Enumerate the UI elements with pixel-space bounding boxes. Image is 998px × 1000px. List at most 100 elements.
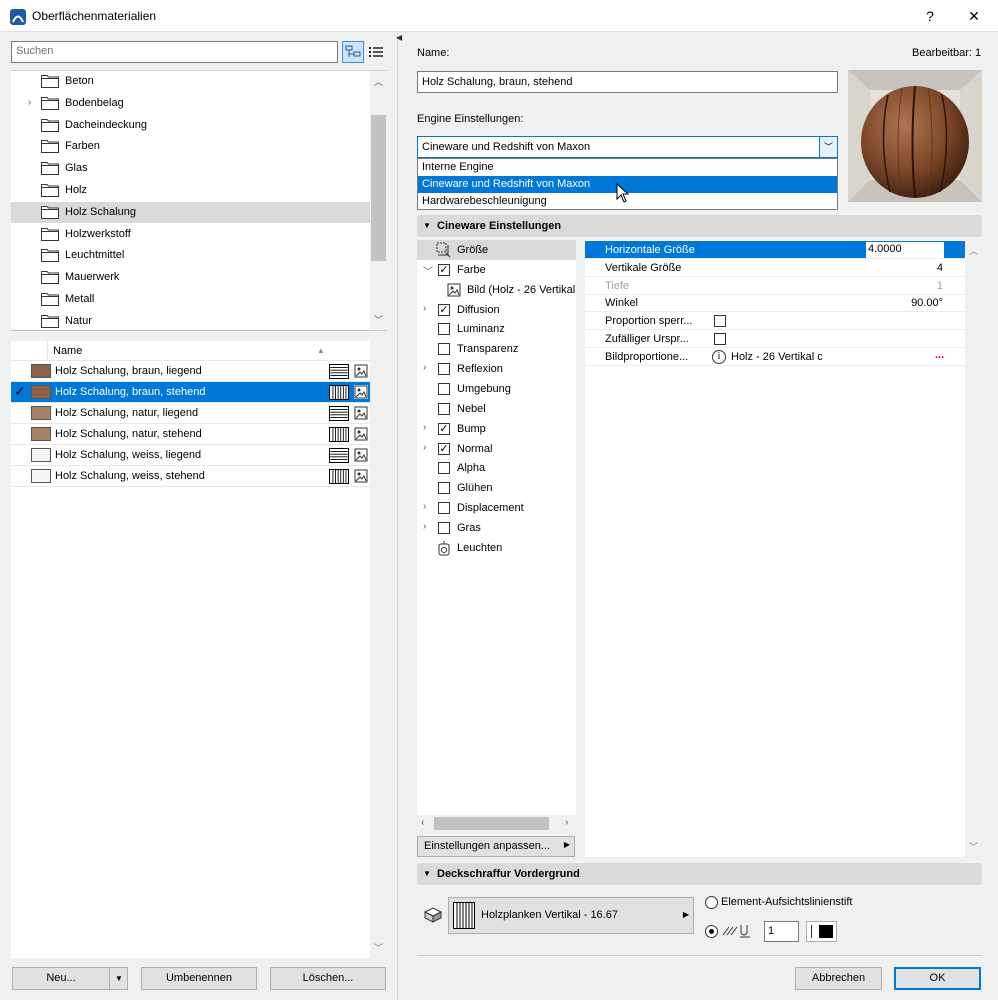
material-row[interactable]: ✓ Holz Schalung, braun, stehend	[11, 382, 370, 403]
property-row[interactable]: Horizontale Größe 4.0000	[585, 241, 965, 259]
channel-checkbox[interactable]	[438, 482, 450, 495]
property-row[interactable]: Bildproportione... i Holz - 26 Vertikal c.…	[585, 348, 965, 366]
splitter[interactable]	[11, 330, 387, 331]
property-value[interactable]: Holz - 26 Vertikal c	[731, 351, 823, 363]
scroll-up-icon[interactable]: ︿	[374, 75, 383, 88]
engine-dropdown-list[interactable]: Interne Engine Cineware und Redshift von …	[417, 158, 838, 210]
folder-item[interactable]: Beton	[11, 71, 370, 92]
material-row[interactable]: Holz Schalung, natur, liegend	[11, 403, 370, 424]
channel-item[interactable]: Leuchten	[417, 538, 576, 558]
folder-item[interactable]: › Bodenbelag	[11, 93, 370, 114]
channel-item[interactable]: Glühen	[417, 478, 576, 498]
chevron-right-icon[interactable]: ›	[423, 442, 426, 453]
ok-button[interactable]: OK	[894, 967, 981, 990]
tree-view-button[interactable]	[342, 41, 364, 63]
new-button[interactable]: Neu... ▼	[12, 967, 128, 990]
chevron-right-icon[interactable]: ›	[423, 303, 426, 314]
material-scrollbar[interactable]: ﹀	[370, 341, 387, 958]
scroll-down-icon[interactable]: ﹀	[374, 313, 383, 326]
channel-item[interactable]: › ✓ Bump	[417, 419, 576, 439]
folder-item[interactable]: Glas	[11, 158, 370, 179]
folder-item[interactable]: Leuchtmittel	[11, 245, 370, 266]
folder-item[interactable]: Natur	[11, 311, 370, 329]
help-button[interactable]: ?	[908, 0, 952, 32]
channel-checkbox[interactable]: ✓	[438, 422, 450, 435]
channel-checkbox[interactable]: ✓	[438, 442, 450, 455]
cancel-button[interactable]: Abbrechen	[795, 967, 882, 990]
channel-item[interactable]: Größe	[417, 240, 576, 260]
property-value[interactable]: 1	[937, 280, 943, 292]
close-button[interactable]: ✕	[952, 0, 996, 32]
folder-item[interactable]: Dacheindeckung	[11, 115, 370, 136]
name-column-header[interactable]: Name	[53, 345, 82, 357]
channel-checkbox[interactable]: ✓	[438, 303, 450, 316]
chevron-down-icon[interactable]: ﹀	[423, 263, 433, 278]
property-checkbox[interactable]	[714, 333, 726, 345]
custom-pen-radio[interactable]	[705, 925, 718, 938]
channel-checkbox[interactable]	[438, 382, 450, 395]
channel-checkbox[interactable]	[438, 462, 450, 475]
channel-item[interactable]: Nebel	[417, 399, 576, 419]
delete-button[interactable]: Löschen...	[270, 967, 386, 990]
list-view-button[interactable]	[365, 41, 387, 63]
cineware-section-header[interactable]: ▼ Cineware Einstellungen	[417, 215, 982, 237]
channel-checkbox[interactable]	[438, 363, 450, 376]
engine-select[interactable]: Cineware und Redshift von Maxon ﹀	[417, 136, 838, 158]
property-checkbox[interactable]	[714, 315, 726, 328]
chevron-right-icon[interactable]: ›	[423, 501, 426, 512]
property-value-input[interactable]: 4.0000	[866, 242, 944, 258]
channel-checkbox[interactable]	[438, 402, 450, 415]
scroll-up-icon[interactable]: ︿	[969, 244, 978, 257]
folder-item[interactable]: Farben	[11, 136, 370, 157]
property-row[interactable]: Winkel 90.00°	[585, 294, 965, 313]
channel-item[interactable]: › ✓ Diffusion	[417, 300, 576, 320]
channel-item[interactable]: ﹀ ✓ Farbe	[417, 260, 576, 280]
pen-color-button[interactable]	[806, 921, 837, 942]
property-value[interactable]: 4	[937, 262, 943, 274]
material-list[interactable]: Name ▲ Holz Schalung, braun, liegend ✓ Hol…	[11, 341, 387, 958]
folder-item[interactable]: Holz Schalung	[11, 201, 370, 223]
channel-checkbox[interactable]	[438, 343, 450, 356]
channel-item[interactable]: Umgebung	[417, 379, 576, 399]
pen-number-input[interactable]: 1	[764, 921, 799, 942]
scroll-right-icon[interactable]: ›	[565, 817, 568, 828]
hatch-select-button[interactable]: Holzplanken Vertikal - 16.67 ▶	[448, 897, 694, 934]
search-input[interactable]: Suchen	[11, 41, 338, 63]
folder-scrollbar[interactable]: ︿ ﹀	[370, 71, 387, 329]
engine-option[interactable]: Interne Engine	[418, 159, 837, 176]
scroll-down-icon[interactable]: ﹀	[374, 941, 383, 954]
property-row[interactable]: Tiefe 1	[585, 277, 965, 295]
channel-item[interactable]: Luminanz	[417, 319, 576, 339]
rename-button[interactable]: Umbenennen	[141, 967, 257, 990]
collapse-left-icon[interactable]: ◀	[396, 33, 402, 42]
channel-item[interactable]: Bild (Holz - 26 Vertikal	[417, 280, 576, 300]
collapse-triangle-icon[interactable]: ▼	[423, 869, 431, 878]
channel-checkbox[interactable]	[438, 521, 450, 534]
channel-item[interactable]: › Reflexion	[417, 359, 576, 379]
channel-item[interactable]: Alpha	[417, 458, 576, 478]
chevron-right-icon[interactable]: ›	[423, 422, 426, 433]
folder-item[interactable]: Holz	[11, 180, 370, 201]
property-value[interactable]: 90.00°	[911, 297, 943, 309]
channel-checkbox[interactable]	[438, 502, 450, 515]
chevron-down-icon[interactable]: ﹀	[819, 137, 837, 157]
new-dropdown-icon[interactable]: ▼	[109, 968, 128, 989]
folder-item[interactable]: Metall	[11, 289, 370, 310]
list-header[interactable]: Name ▲	[11, 341, 370, 361]
scroll-left-icon[interactable]: ‹	[421, 817, 424, 828]
folder-tree[interactable]: Beton › Bodenbelag Dacheindeckung Farben Glas…	[11, 70, 387, 329]
property-grid[interactable]: Horizontale Größe 4.0000 Vertikale Größe 4 T…	[585, 240, 982, 857]
channel-item[interactable]: › ✓ Normal	[417, 439, 576, 459]
scroll-thumb[interactable]	[371, 115, 386, 261]
chevron-right-icon[interactable]: ›	[423, 521, 426, 532]
material-name-input[interactable]: Holz Schalung, braun, stehend	[417, 71, 838, 93]
element-pen-radio[interactable]	[705, 896, 718, 909]
folder-item[interactable]: Mauerwerk	[11, 267, 370, 288]
surface-hatch-section-header[interactable]: ▼ Deckschraffur Vordergrund	[417, 863, 982, 885]
channel-hscrollbar[interactable]: ‹ ›	[417, 815, 576, 832]
property-row[interactable]: Zufälliger Urspr...	[585, 330, 965, 348]
material-row[interactable]: Holz Schalung, weiss, liegend	[11, 445, 370, 466]
property-row[interactable]: Vertikale Größe 4	[585, 259, 965, 277]
channel-checkbox[interactable]	[438, 323, 450, 336]
scroll-down-icon[interactable]: ﹀	[969, 840, 978, 853]
